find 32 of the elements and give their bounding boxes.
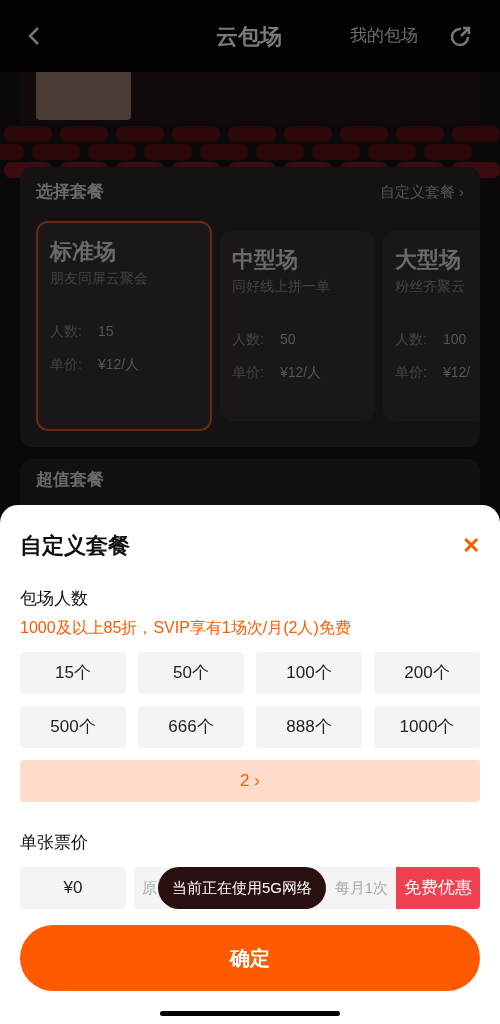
share-icon[interactable] xyxy=(450,25,472,47)
count-value: 50 xyxy=(279,329,296,349)
quantity-option[interactable]: 15个 xyxy=(20,651,126,694)
original-price-text: 原 xyxy=(142,877,157,898)
package-name: 标准场 xyxy=(50,237,117,266)
field-label: 单张票价 xyxy=(20,831,89,854)
quantity-option[interactable]: 666个 xyxy=(138,705,244,748)
price-value: ¥12/ xyxy=(442,362,471,382)
quantity-option[interactable]: 888个 xyxy=(256,705,362,748)
quantity-option[interactable]: 200个 xyxy=(374,651,480,694)
price-value: ¥12/人 xyxy=(279,362,322,382)
package-name: 中型场 xyxy=(232,245,299,274)
count-value: 100 xyxy=(442,329,467,349)
field-label: 包场人数 xyxy=(20,588,89,610)
quantity-option[interactable]: 50个 xyxy=(138,651,244,694)
price-option[interactable]: ¥0 xyxy=(20,867,126,909)
free-badge: 免费优惠 xyxy=(396,867,480,909)
package-name: 大型场 xyxy=(395,245,462,274)
sheet-title: 自定义套餐 xyxy=(20,532,130,560)
quantity-option[interactable]: 500个 xyxy=(20,705,126,748)
section-title: 选择套餐 xyxy=(36,181,104,203)
promo-text: 1000及以上85折，SVIP享有1场次/月(2人)免费 xyxy=(20,617,352,638)
back-icon[interactable] xyxy=(28,26,40,46)
price-value: ¥12/人 xyxy=(97,354,140,374)
my-bookings-link[interactable]: 我的包场 xyxy=(350,23,418,49)
quantity-option[interactable]: 1000个 xyxy=(374,705,480,748)
count-value: 15 xyxy=(97,321,114,341)
section-title: 超值套餐 xyxy=(36,469,104,489)
toast: 当前正在使用5G网络 xyxy=(158,867,326,909)
monthly-limit-text: 每月1次 xyxy=(334,877,388,898)
quantity-option[interactable]: 100个 xyxy=(256,651,362,694)
page-title: 云包场 xyxy=(216,22,282,51)
